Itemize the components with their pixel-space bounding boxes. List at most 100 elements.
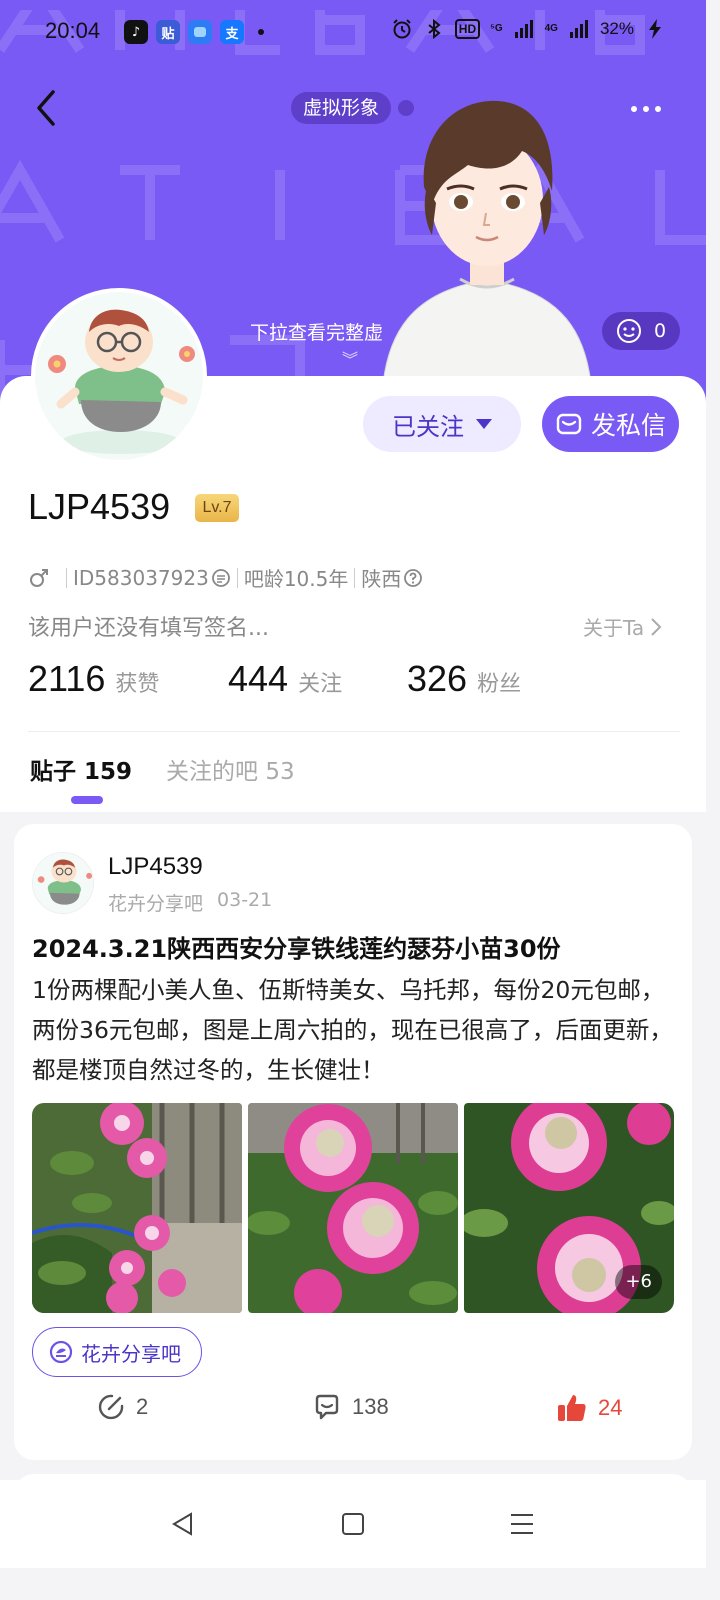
pull-down-hint: 下拉查看完整虚 xyxy=(250,322,384,344)
caret-down-icon xyxy=(476,419,492,429)
bluetooth-icon xyxy=(428,18,441,40)
tieba-age: 吧龄10.5年 xyxy=(243,567,349,591)
double-chevron-down-icon: ︾ xyxy=(342,350,359,369)
square-home-icon xyxy=(342,1513,364,1535)
profile-signature: 该用户还没有填写签名... xyxy=(28,616,269,641)
status-indicators: HD ⁵G 4G 32% xyxy=(391,18,666,40)
like-count: 24 xyxy=(598,1395,623,1420)
profile-tabs: 贴子 159 关注的吧 53 xyxy=(30,752,295,786)
stat-fans[interactable]: 326 粉丝 xyxy=(407,658,521,700)
stat-label: 获赞 xyxy=(115,672,160,697)
stat-number: 444 xyxy=(228,658,289,699)
comment-button[interactable]: 138 xyxy=(312,1392,389,1422)
message-app-icon xyxy=(188,20,212,44)
stat-likes[interactable]: 2116 获赞 xyxy=(28,658,228,700)
region: 陕西 xyxy=(361,567,402,591)
more-dot-icon xyxy=(631,106,637,112)
signal-5g-icon xyxy=(514,20,533,38)
help-circle-icon[interactable] xyxy=(403,568,423,588)
tab-followed-forums[interactable]: 关注的吧 53 xyxy=(166,752,295,786)
copy-id-icon[interactable] xyxy=(211,568,231,588)
post-photo[interactable]: +6 xyxy=(464,1103,674,1313)
chevron-left-icon xyxy=(37,90,55,126)
stat-following[interactable]: 444 关注 xyxy=(228,658,407,700)
network-4g: 4G xyxy=(544,23,558,34)
about-link[interactable]: 关于Ta xyxy=(583,612,662,641)
level-badge[interactable]: Lv.7 xyxy=(195,494,239,522)
male-gender-icon xyxy=(30,568,48,587)
send-message-label: 发私信 xyxy=(590,411,666,440)
stat-label: 粉丝 xyxy=(477,672,522,697)
following-label: 已关注 xyxy=(392,412,464,441)
share-icon xyxy=(98,1394,124,1420)
post-body[interactable]: 1份两棵配小美人鱼、伍斯特美女、乌托邦，每份20元包邮，两份36元包邮，图是上周… xyxy=(32,970,680,1090)
status-time: 20:04 xyxy=(45,18,101,43)
tieba-forum-icon xyxy=(49,1340,73,1364)
following-dropdown-button[interactable]: 已关注 xyxy=(363,396,521,452)
post-date: 03-21 xyxy=(217,889,273,911)
hd-voice-badge: HD xyxy=(454,19,481,39)
profile-stats: 2116 获赞 444 关注 326 粉丝 xyxy=(28,658,521,700)
post-forum-name[interactable]: 花卉分享吧 xyxy=(108,889,203,916)
tiktok-icon: ♪ xyxy=(124,20,148,44)
battery-level: 32% xyxy=(599,19,634,38)
user-id: ID583037923 xyxy=(73,565,209,590)
nav-home-button[interactable] xyxy=(333,1504,373,1544)
mood-reaction-button[interactable]: 0 xyxy=(602,312,680,350)
more-photos-badge: +6 xyxy=(615,1265,662,1299)
mood-count: 0 xyxy=(653,320,667,342)
nav-recents-button[interactable] xyxy=(502,1504,542,1544)
section-divider xyxy=(28,731,680,732)
chevron-right-icon xyxy=(651,617,662,636)
flower-photo-image xyxy=(248,1103,458,1313)
post-title[interactable]: 2024.3.21陕西西安分享铁线莲约瑟芬小苗30份 xyxy=(32,929,561,964)
stat-number: 2116 xyxy=(28,658,106,699)
back-button[interactable] xyxy=(28,88,64,128)
comment-count: 138 xyxy=(352,1394,389,1419)
profile-username: LJP4539 xyxy=(28,486,171,527)
post-actions: 2 138 24 xyxy=(0,1392,706,1436)
notification-dot xyxy=(258,29,264,35)
about-label: 关于Ta xyxy=(583,616,645,640)
stat-label: 关注 xyxy=(298,672,343,697)
signal-4g-icon xyxy=(569,20,588,38)
profile-meta-row: ID583037923 吧龄10.5年 陕西 xyxy=(28,563,423,592)
smiley-icon xyxy=(616,319,641,343)
avatar-illustration xyxy=(35,292,203,460)
status-app-icons: ♪ 贴 支 xyxy=(124,20,264,44)
forum-tag-button[interactable]: 花卉分享吧 xyxy=(32,1327,202,1377)
comment-icon xyxy=(315,1394,339,1420)
send-message-button[interactable]: 发私信 xyxy=(542,396,679,452)
post-meta: 花卉分享吧 03-21 xyxy=(108,889,272,916)
forum-tag-label: 花卉分享吧 xyxy=(81,1341,181,1366)
meta-divider xyxy=(66,567,67,588)
post-author-avatar[interactable] xyxy=(32,852,94,914)
alipay-icon: 支 xyxy=(220,20,244,44)
charging-icon xyxy=(649,19,661,39)
post-photo[interactable] xyxy=(32,1103,242,1313)
virtual-avatar-character[interactable] xyxy=(372,95,602,395)
post-author-name[interactable]: LJP4539 xyxy=(108,853,203,881)
share-button[interactable]: 2 xyxy=(96,1392,148,1422)
tab-posts[interactable]: 贴子 159 xyxy=(30,752,132,786)
active-tab-indicator xyxy=(71,796,103,804)
status-bar: 20:04 ♪ 贴 支 HD ⁵G 4G 32% xyxy=(0,0,706,62)
triangle-back-icon xyxy=(172,1512,192,1536)
stat-number: 326 xyxy=(407,658,468,699)
post-photo-grid: +6 xyxy=(32,1103,674,1313)
avatar-illustration xyxy=(33,853,93,913)
post-photo[interactable] xyxy=(248,1103,458,1313)
nav-back-button[interactable] xyxy=(163,1504,203,1544)
more-dot-icon xyxy=(655,106,661,112)
more-options-button[interactable] xyxy=(624,96,668,122)
envelope-icon xyxy=(556,413,582,435)
alarm-icon xyxy=(393,19,411,39)
meta-divider xyxy=(236,567,238,588)
tieba-icon: 贴 xyxy=(156,20,180,44)
meta-divider xyxy=(354,567,356,588)
network-5g: ⁵G xyxy=(490,23,503,34)
share-count: 2 xyxy=(136,1394,149,1419)
like-button[interactable]: 24 xyxy=(556,1392,622,1424)
system-navigation-bar xyxy=(0,1480,706,1568)
user-avatar[interactable] xyxy=(31,288,207,464)
